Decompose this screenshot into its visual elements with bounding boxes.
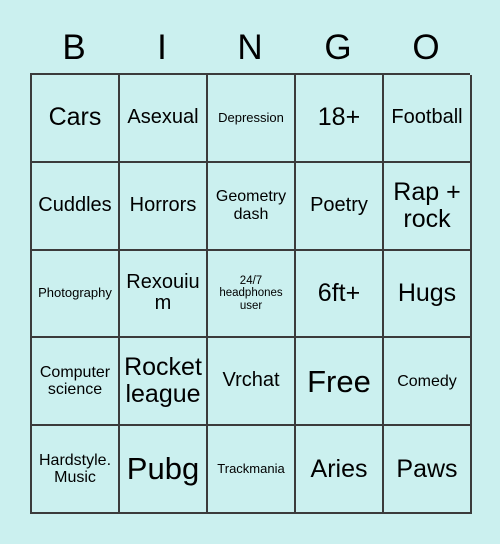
bingo-cell-label: Depression — [218, 109, 284, 125]
bingo-row: Computer science Rocket league Vrchat Fr… — [32, 338, 472, 427]
bingo-cell-free[interactable]: Free — [296, 338, 384, 427]
bingo-cell[interactable]: Rap + rock — [384, 162, 472, 251]
bingo-cell-label: Free — [307, 363, 371, 399]
bingo-cell-label: Cars — [48, 103, 102, 132]
bingo-cell-label: 24/7 headphones user — [219, 274, 283, 312]
bingo-cell-label: Rexouium — [126, 270, 200, 315]
header-letter-n: N — [237, 27, 263, 67]
bingo-cell-label: Trackmania — [217, 461, 285, 477]
bingo-cell[interactable]: Vrchat — [208, 338, 296, 427]
bingo-cell[interactable]: Computer science — [32, 338, 120, 427]
header-letter-o: O — [412, 27, 440, 67]
bingo-cell[interactable]: 24/7 headphones user — [208, 250, 296, 339]
bingo-cell-label: Comedy — [397, 372, 457, 390]
bingo-cell[interactable]: Cars — [32, 75, 120, 163]
bingo-cell[interactable]: Asexual — [120, 75, 208, 163]
bingo-cell[interactable]: Poetry — [296, 162, 384, 251]
bingo-cell[interactable]: Pubg — [120, 426, 208, 514]
bingo-cell-label: Cuddles — [38, 193, 112, 216]
bingo-cell[interactable]: Rocket league — [120, 338, 208, 427]
bingo-cell[interactable]: Aries — [296, 426, 384, 514]
header-letter-g: G — [324, 27, 352, 67]
bingo-cell[interactable]: Photography — [32, 250, 120, 339]
bingo-cell[interactable]: 6ft+ — [296, 250, 384, 339]
bingo-cell[interactable]: Football — [384, 75, 472, 163]
bingo-grid: Cars Asexual Depression 18+ Football Cud… — [30, 73, 472, 514]
bingo-cell[interactable]: Paws — [384, 426, 472, 514]
bingo-cell-label: Pubg — [126, 451, 200, 487]
bingo-cell[interactable]: Cuddles — [32, 162, 120, 251]
bingo-cell-label: Football — [391, 106, 463, 129]
bingo-cell-label: Poetry — [310, 193, 368, 216]
bingo-cell[interactable]: Depression — [208, 75, 296, 163]
bingo-cell-label: Aries — [310, 454, 368, 483]
bingo-cell-label: Rocket league — [124, 353, 202, 409]
bingo-cell-label: Photography — [38, 285, 112, 301]
bingo-cell-label: Hugs — [397, 278, 457, 307]
bingo-cell-label: Paws — [396, 454, 458, 483]
bingo-cell-label: 6ft+ — [317, 278, 361, 307]
bingo-header: B I N G O — [30, 22, 470, 72]
bingo-card: B I N G O Cars Asexual Depression 18+ Fo… — [0, 0, 500, 544]
bingo-cell-label: Vrchat — [222, 369, 280, 392]
header-letter-b: B — [62, 27, 86, 67]
bingo-row: Cars Asexual Depression 18+ Football — [32, 75, 472, 163]
bingo-cell[interactable]: Rexouium — [120, 250, 208, 339]
bingo-cell[interactable]: 18+ — [296, 75, 384, 163]
bingo-row: Cuddles Horrors Geometry dash Poetry Rap… — [32, 162, 472, 251]
header-letter-i: I — [157, 27, 167, 67]
bingo-row: Hardstyle. Music Pubg Trackmania Aries P… — [32, 426, 472, 514]
bingo-cell[interactable]: Comedy — [384, 338, 472, 427]
bingo-cell-label: Rap + rock — [393, 177, 461, 233]
bingo-cell[interactable]: Hugs — [384, 250, 472, 339]
bingo-cell-label: Hardstyle. Music — [38, 451, 112, 487]
bingo-cell[interactable]: Horrors — [120, 162, 208, 251]
bingo-cell-label: Geometry dash — [215, 188, 287, 223]
bingo-cell[interactable]: Hardstyle. Music — [32, 426, 120, 514]
bingo-cell-label: Horrors — [129, 193, 197, 216]
bingo-cell-label: Computer science — [39, 364, 111, 399]
bingo-cell[interactable]: Trackmania — [208, 426, 296, 514]
bingo-cell[interactable]: Geometry dash — [208, 162, 296, 251]
bingo-cell-label: 18+ — [317, 103, 361, 132]
bingo-cell-label: Asexual — [127, 106, 199, 129]
bingo-row: Photography Rexouium 24/7 headphones use… — [32, 250, 472, 339]
